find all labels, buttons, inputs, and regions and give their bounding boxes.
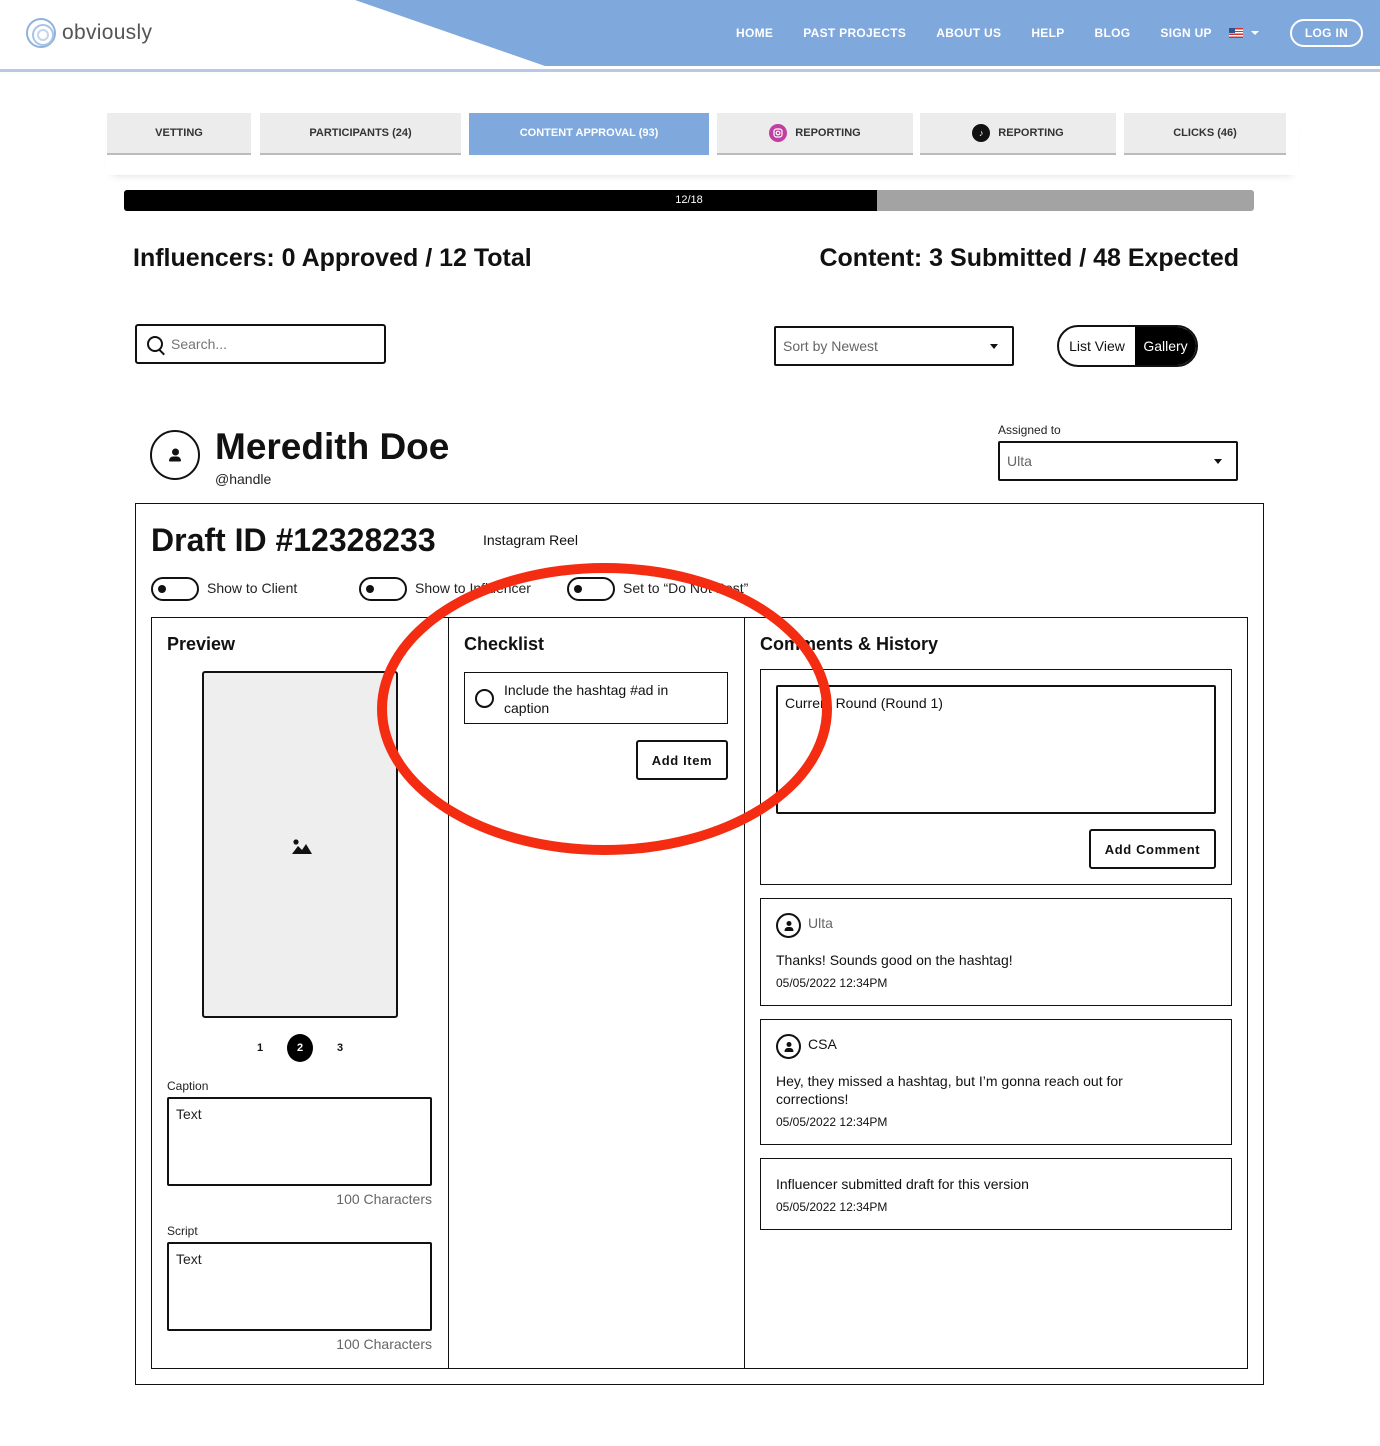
media-preview[interactable] (202, 671, 398, 1018)
toggle-label: Show to Influencer (415, 580, 531, 596)
checklist-panel (448, 617, 745, 1369)
checklist-item: Include the hashtag #ad in caption (464, 672, 728, 724)
user-icon (784, 920, 793, 931)
progress-label: 12/18 (675, 194, 703, 206)
progress-bar: 12/18 (124, 190, 1254, 211)
toggle-label: Set to “Do Not Post” (623, 580, 749, 596)
nav-home[interactable]: HOME (736, 26, 773, 40)
search-box[interactable] (135, 324, 386, 364)
tab-label: PARTICIPANTS (24) (309, 127, 412, 139)
tab-label: CLICKS (46) (1173, 127, 1237, 139)
instagram-icon (769, 124, 788, 142)
influencer-handle: @handle (215, 471, 272, 487)
sort-dropdown[interactable]: Sort by Newest (774, 326, 1014, 366)
nav-past-projects[interactable]: PAST PROJECTS (803, 26, 906, 40)
nav-sign-up[interactable]: SIGN UP (1160, 26, 1211, 40)
preview-title: Preview (167, 634, 236, 654)
script-label: Script (167, 1224, 198, 1238)
sort-selected: Sort by Newest (783, 338, 878, 354)
tab-clicks[interactable]: CLICKS (46) (1124, 113, 1286, 155)
tiktok-icon: ♪ (972, 124, 991, 142)
page-1[interactable]: 1 (247, 1034, 273, 1062)
chevron-down-icon[interactable] (1251, 31, 1259, 35)
script-field[interactable]: Text (167, 1242, 432, 1331)
tab-label: REPORTING (795, 127, 861, 139)
content-stats: Content: 3 Submitted / 48 Expected (819, 244, 1239, 272)
tab-content-approval[interactable]: CONTENT APPROVAL (93) (469, 113, 709, 155)
search-input[interactable] (171, 336, 361, 352)
brand-name: obviously (62, 21, 153, 44)
history-timestamp: 05/05/2022 12:34PM (776, 1200, 888, 1214)
checklist-title: Checklist (464, 634, 545, 654)
image-icon (292, 839, 312, 854)
script-char-count: 100 Characters (336, 1336, 432, 1352)
us-flag-icon[interactable] (1229, 28, 1243, 38)
history-text: Influencer submitted draft for this vers… (776, 1176, 1029, 1192)
do-not-post-toggle[interactable] (567, 577, 615, 601)
page-3[interactable]: 3 (327, 1034, 353, 1062)
draft-id: Draft ID #12328233 (151, 522, 436, 558)
search-icon (147, 336, 163, 352)
comment-text: Hey, they missed a hashtag, but I’m gonn… (776, 1073, 1123, 1107)
tab-label: CONTENT APPROVAL (93) (519, 127, 659, 139)
tab-label: VETTING (155, 127, 203, 139)
nav-about-us[interactable]: ABOUT US (936, 26, 1001, 40)
gallery-view-button[interactable]: Gallery (1135, 327, 1196, 365)
show-to-client-toggle[interactable] (151, 577, 199, 601)
caption-char-count: 100 Characters (336, 1191, 432, 1207)
nav-blog[interactable]: BLOG (1095, 26, 1131, 40)
avatar (776, 1034, 801, 1059)
top-header: obviously HOME PAST PROJECTS ABOUT US HE… (0, 0, 1380, 72)
comments-title: Comments & History (760, 634, 939, 654)
avatar (150, 430, 200, 480)
chevron-down-icon (990, 344, 998, 349)
comment-timestamp: 05/05/2022 12:34PM (776, 976, 888, 990)
comment-author: CSA (808, 1036, 837, 1052)
tab-participants[interactable]: PARTICIPANTS (24) (260, 113, 461, 155)
brand-logo[interactable]: obviously (26, 18, 152, 48)
show-to-influencer-toggle[interactable] (359, 577, 407, 601)
user-icon (169, 448, 181, 462)
tab-reporting-tiktok[interactable]: ♪ REPORTING (920, 113, 1116, 155)
tab-reporting-instagram[interactable]: REPORTING (717, 113, 913, 155)
history-item (760, 1158, 1232, 1230)
avatar (776, 913, 801, 938)
comment-text: Thanks! Sounds good on the hashtag! (776, 952, 1013, 968)
nav-help[interactable]: HELP (1031, 26, 1064, 40)
tab-label: REPORTING (998, 127, 1064, 139)
caption-field[interactable]: Text (167, 1097, 432, 1186)
user-icon (784, 1041, 793, 1052)
page-2[interactable]: 2 (287, 1034, 313, 1062)
toggle-label: Show to Client (207, 580, 298, 596)
list-view-button[interactable]: List View (1059, 327, 1135, 365)
comment-timestamp: 05/05/2022 12:34PM (776, 1115, 888, 1129)
add-item-button[interactable]: Add Item (636, 740, 728, 780)
add-comment-button[interactable]: Add Comment (1089, 829, 1216, 869)
checkbox[interactable] (475, 689, 494, 708)
tab-vetting[interactable]: VETTING (107, 113, 251, 155)
login-button[interactable]: LOG IN (1290, 19, 1363, 47)
chevron-down-icon (1214, 459, 1222, 464)
checklist-item-text: Include the hashtag #ad in caption (504, 682, 669, 716)
main-nav: HOME PAST PROJECTS ABOUT US HELP BLOG SI… (736, 26, 1242, 40)
caption-label: Caption (167, 1079, 209, 1093)
comment-input[interactable]: Current Round (Round 1) (776, 685, 1216, 814)
assigned-label: Assigned to (998, 423, 1061, 437)
assigned-selected: Ulta (1007, 453, 1032, 469)
draft-type: Instagram Reel (483, 532, 578, 548)
view-toggle: List View Gallery (1057, 325, 1198, 367)
assigned-dropdown[interactable]: Ulta (998, 441, 1238, 481)
influencer-stats: Influencers: 0 Approved / 12 Total (133, 244, 532, 272)
comment-author: Ulta (808, 915, 833, 931)
influencer-name: Meredith Doe (215, 426, 450, 467)
logo-icon (26, 18, 56, 48)
